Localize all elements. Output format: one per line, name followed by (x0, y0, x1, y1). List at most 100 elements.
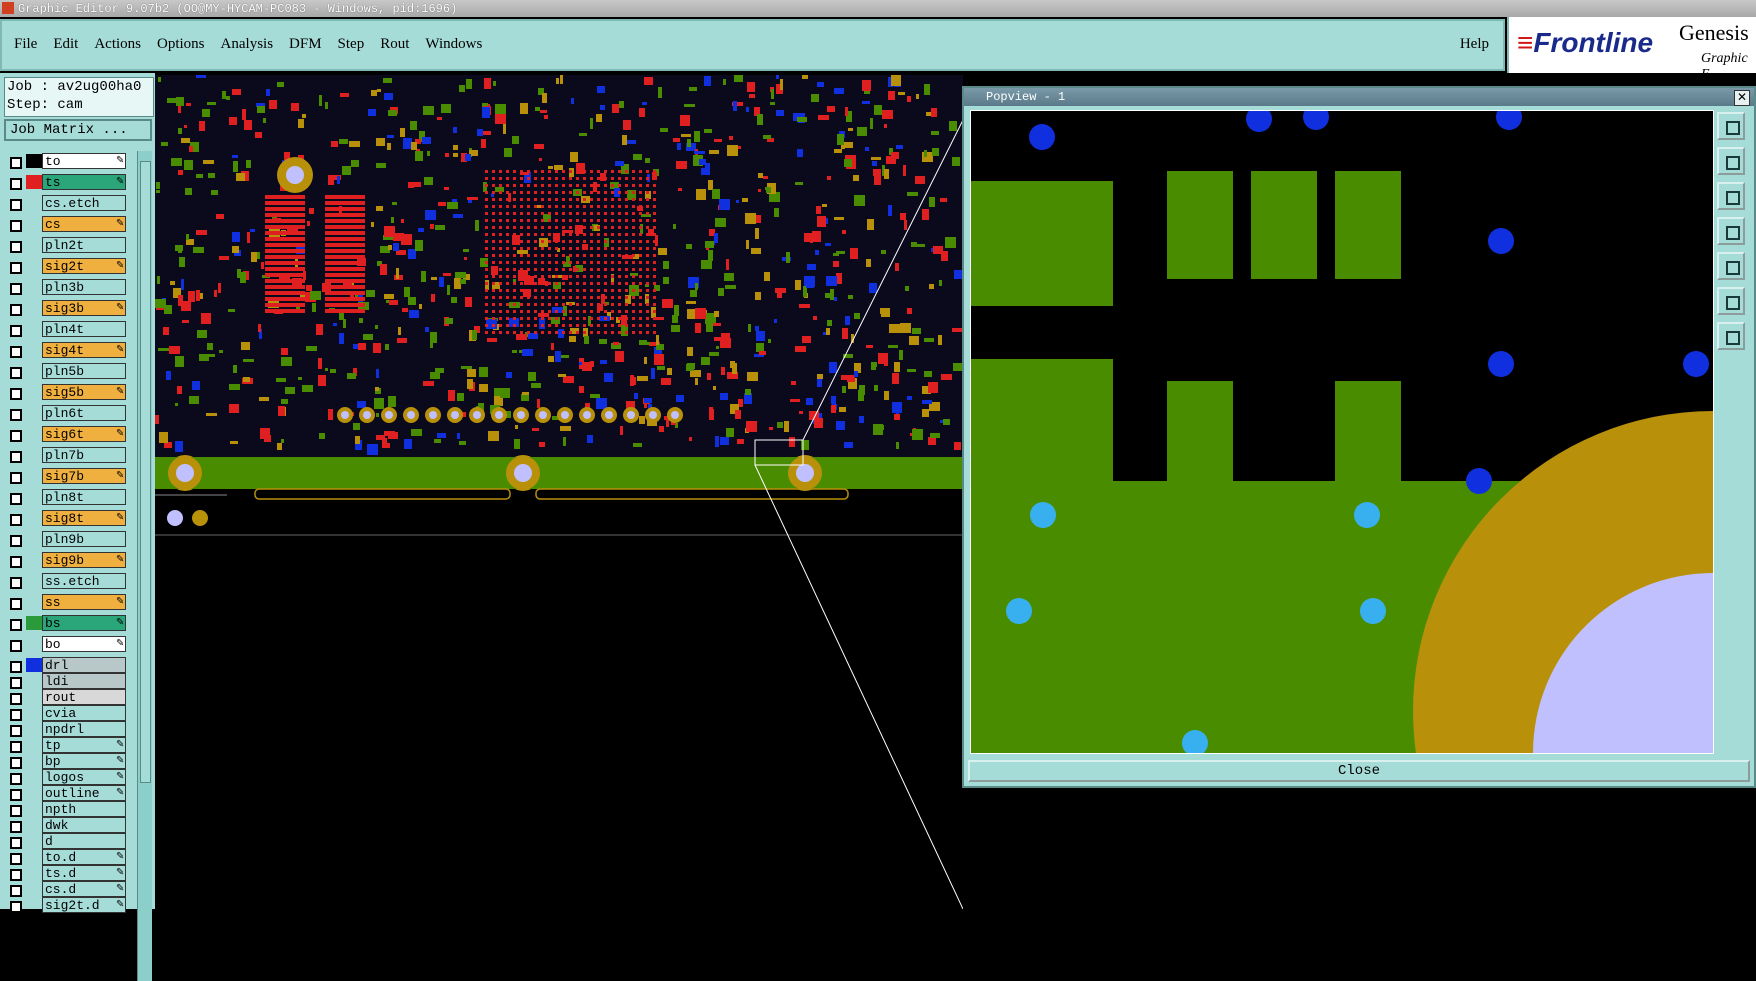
layer-row-sig4t[interactable]: sig4t ✎ (4, 342, 134, 363)
layer-scrollbar[interactable] (137, 151, 152, 981)
layer-checkbox[interactable] (10, 493, 22, 505)
menu-step[interactable]: Step (338, 36, 365, 53)
layer-row-tp[interactable]: tp ✎ (4, 737, 134, 753)
menu-file[interactable]: File (14, 36, 37, 53)
layer-checkbox[interactable] (10, 757, 22, 769)
layer-name[interactable]: sig2t (42, 258, 126, 274)
layer-row-d[interactable]: d (4, 833, 134, 849)
layer-name[interactable]: dwk (42, 817, 126, 833)
layer-row-sig9b[interactable]: sig9b ✎ (4, 552, 134, 573)
layer-row-ldi[interactable]: ldi (4, 673, 134, 689)
layer-row-pln4t[interactable]: pln4t (4, 321, 134, 342)
layer-checkbox[interactable] (10, 178, 22, 190)
layer-row-logos[interactable]: logos ✎ (4, 769, 134, 785)
layer-name[interactable]: ts.d (42, 865, 126, 881)
layer-name[interactable]: pln7b (42, 447, 126, 463)
layer-name[interactable]: cvia (42, 705, 126, 721)
layer-checkbox[interactable] (10, 709, 22, 721)
layer-checkbox[interactable] (10, 262, 22, 274)
layer-checkbox[interactable] (10, 741, 22, 753)
layer-name[interactable]: sig4t (42, 342, 126, 358)
layer-checkbox[interactable] (10, 367, 22, 379)
layer-row-cvia[interactable]: cvia (4, 705, 134, 721)
layer-checkbox[interactable] (10, 514, 22, 526)
layer-name[interactable]: pln2t (42, 237, 126, 253)
layer-checkbox[interactable] (10, 805, 22, 817)
layer-name[interactable]: outline (42, 785, 126, 801)
layer-row-sig3b[interactable]: sig3b ✎ (4, 300, 134, 321)
layer-name[interactable]: cs.d (42, 881, 126, 897)
layer-row-sig5b[interactable]: sig5b ✎ (4, 384, 134, 405)
layer-row-to[interactable]: to ✎ (4, 153, 134, 174)
layer-row-npdrl[interactable]: npdrl (4, 721, 134, 737)
layer-name[interactable]: logos (42, 769, 126, 785)
layer-row-sig6t[interactable]: sig6t ✎ (4, 426, 134, 447)
layer-checkbox[interactable] (10, 885, 22, 897)
layer-checkbox[interactable] (10, 789, 22, 801)
layer-checkbox[interactable] (10, 556, 22, 568)
layer-name[interactable]: bo (42, 636, 126, 652)
menu-options[interactable]: Options (157, 36, 205, 53)
scrollbar-thumb[interactable] (140, 161, 151, 783)
layer-row-ts[interactable]: ts ✎ (4, 174, 134, 195)
layer-name[interactable]: sig5b (42, 384, 126, 400)
layer-name[interactable]: ss.etch (42, 573, 126, 589)
layer-row-pln5b[interactable]: pln5b (4, 363, 134, 384)
layer-row-sig8t[interactable]: sig8t ✎ (4, 510, 134, 531)
layer-checkbox[interactable] (10, 241, 22, 253)
layer-name[interactable]: pln3b (42, 279, 126, 295)
layer-checkbox[interactable] (10, 283, 22, 295)
zoom-in-icon[interactable] (1717, 112, 1745, 140)
layer-checkbox[interactable] (10, 725, 22, 737)
layer-checkbox[interactable] (10, 693, 22, 705)
menu-edit[interactable]: Edit (53, 36, 78, 53)
layer-name[interactable]: bp (42, 753, 126, 769)
layer-row-to.d[interactable]: to.d ✎ (4, 849, 134, 865)
layer-checkbox[interactable] (10, 409, 22, 421)
layer-checkbox[interactable] (10, 451, 22, 463)
layer-name[interactable]: sig3b (42, 300, 126, 316)
layer-checkbox[interactable] (10, 640, 22, 652)
layer-row-sig7b[interactable]: sig7b ✎ (4, 468, 134, 489)
layer-name[interactable]: pln5b (42, 363, 126, 379)
layer-row-bs[interactable]: bs ✎ (4, 615, 134, 636)
menu-rout[interactable]: Rout (380, 36, 409, 53)
layer-checkbox[interactable] (10, 661, 22, 673)
layer-checkbox[interactable] (10, 388, 22, 400)
zoom-home-icon[interactable] (1717, 322, 1745, 350)
layer-checkbox[interactable] (10, 199, 22, 211)
pan-right-icon[interactable] (1717, 252, 1745, 280)
layer-name[interactable]: ss (42, 594, 126, 610)
layer-name[interactable]: sig9b (42, 552, 126, 568)
menu-dfm[interactable]: DFM (289, 36, 322, 53)
layer-checkbox[interactable] (10, 346, 22, 358)
layer-name[interactable]: ldi (42, 673, 126, 689)
layer-checkbox[interactable] (10, 325, 22, 337)
layer-name[interactable]: sig7b (42, 468, 126, 484)
layer-row-drl[interactable]: drl (4, 657, 134, 673)
menu-windows[interactable]: Windows (425, 36, 482, 53)
layer-name[interactable]: pln8t (42, 489, 126, 505)
layer-name[interactable]: sig8t (42, 510, 126, 526)
layer-checkbox[interactable] (10, 430, 22, 442)
layer-name[interactable]: tp (42, 737, 126, 753)
layer-checkbox[interactable] (10, 577, 22, 589)
layer-name[interactable]: to.d (42, 849, 126, 865)
layer-checkbox[interactable] (10, 157, 22, 169)
popview-canvas[interactable] (970, 110, 1714, 754)
job-matrix-button[interactable]: Job Matrix ... (4, 119, 152, 141)
popview-close-button[interactable]: Close (968, 760, 1750, 782)
layer-checkbox[interactable] (10, 901, 22, 913)
layer-checkbox[interactable] (10, 773, 22, 785)
layer-checkbox[interactable] (10, 853, 22, 865)
layer-checkbox[interactable] (10, 220, 22, 232)
layer-row-ss.etch[interactable]: ss.etch (4, 573, 134, 594)
layer-row-ts.d[interactable]: ts.d ✎ (4, 865, 134, 881)
layer-row-bo[interactable]: bo ✎ (4, 636, 134, 657)
layer-name[interactable]: pln4t (42, 321, 126, 337)
layer-checkbox[interactable] (10, 677, 22, 689)
layer-checkbox[interactable] (10, 869, 22, 881)
layer-row-outline[interactable]: outline ✎ (4, 785, 134, 801)
layer-row-bp[interactable]: bp ✎ (4, 753, 134, 769)
layer-row-sig2t[interactable]: sig2t ✎ (4, 258, 134, 279)
